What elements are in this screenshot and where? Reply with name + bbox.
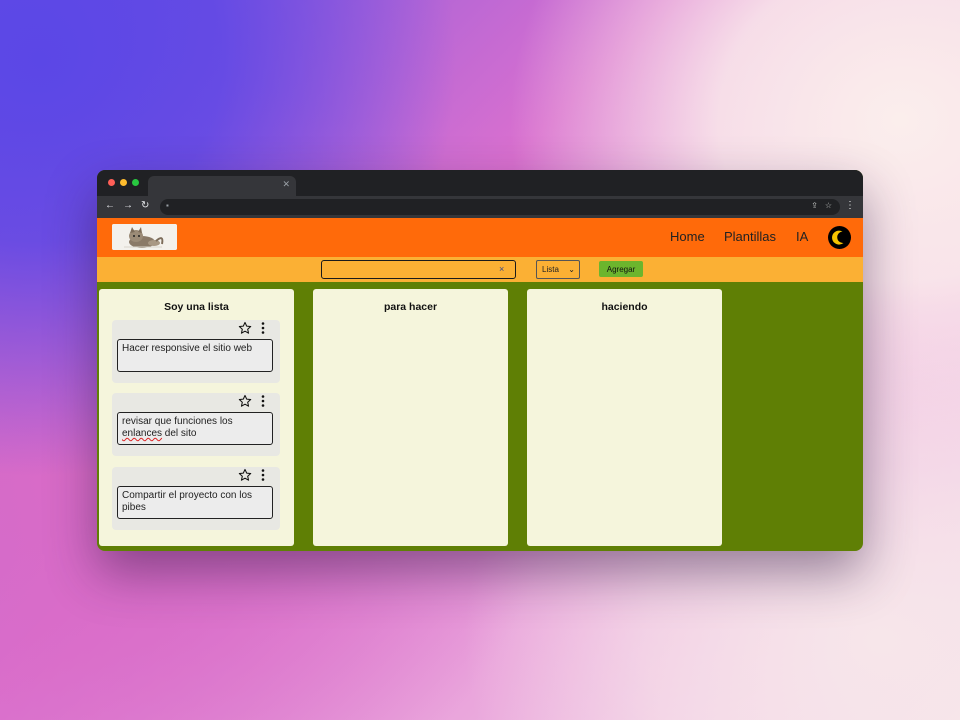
nav-home[interactable]: Home	[670, 229, 705, 244]
list-column: Soy una lista Hacer responsive el sitio …	[99, 289, 294, 546]
close-tab-icon[interactable]: ✕	[282, 179, 290, 190]
list-card[interactable]: revisar que funciones los enlances del s…	[112, 393, 280, 456]
kitten-logo-image	[112, 224, 177, 250]
more-options-icon[interactable]	[260, 395, 266, 407]
list-column: para hacer	[313, 289, 508, 546]
browser-tab[interactable]: ✕	[148, 176, 296, 196]
more-options-icon[interactable]	[260, 322, 266, 334]
list-card[interactable]: Hacer responsive el sitio web	[112, 320, 280, 383]
back-arrow-icon[interactable]: ←	[105, 200, 115, 212]
misspelled-word: enlances	[122, 428, 163, 439]
minimize-window-button[interactable]	[120, 179, 127, 186]
chevron-down-icon: ⌄	[568, 265, 575, 274]
card-text-part: revisar que funciones los	[122, 416, 233, 427]
column-title[interactable]: haciendo	[527, 301, 722, 313]
app-header: Home Plantillas IA	[97, 218, 863, 257]
bookmark-star-icon[interactable]: ☆	[825, 201, 832, 210]
more-options-icon[interactable]	[260, 469, 266, 481]
browser-window: ✕ ← → ↻ ▪ ⇪ ☆ ⋮ Home Plantillas IA × Lis…	[97, 170, 863, 551]
browser-menu-icon[interactable]: ⋮	[845, 200, 855, 212]
star-icon[interactable]	[238, 321, 252, 335]
close-window-button[interactable]	[108, 179, 115, 186]
browser-tab-bar: ✕	[97, 170, 863, 196]
list-column: haciendo	[527, 289, 722, 546]
lock-icon: ▪	[166, 201, 169, 210]
window-controls	[108, 179, 139, 186]
star-icon[interactable]	[238, 394, 252, 408]
browser-toolbar: ← → ↻ ▪ ⇪ ☆ ⋮	[97, 196, 863, 218]
list-card[interactable]: Compartir el proyecto con los pibes	[112, 467, 280, 530]
clear-search-icon[interactable]: ×	[499, 264, 504, 274]
nav-plantillas[interactable]: Plantillas	[724, 229, 776, 244]
search-input[interactable]	[321, 260, 516, 279]
list-select[interactable]: Lista ⌄	[536, 260, 580, 279]
search-toolbar: × Lista ⌄ Agregar	[97, 257, 863, 282]
reload-icon[interactable]: ↻	[141, 200, 149, 212]
list-select-value: Lista	[542, 265, 559, 274]
card-text-field[interactable]: Compartir el proyecto con los pibes	[117, 486, 273, 519]
column-title[interactable]: Soy una lista	[99, 301, 294, 313]
card-text-part: del sito	[162, 428, 197, 439]
column-title[interactable]: para hacer	[313, 301, 508, 313]
moon-icon	[832, 230, 844, 245]
add-button[interactable]: Agregar	[599, 261, 643, 277]
nav-ia[interactable]: IA	[796, 229, 808, 244]
address-bar[interactable]: ▪ ⇪ ☆	[160, 199, 840, 215]
theme-toggle-button[interactable]	[828, 226, 851, 249]
card-text-field[interactable]: Hacer responsive el sitio web	[117, 339, 273, 372]
star-icon[interactable]	[238, 468, 252, 482]
card-text-field[interactable]: revisar que funciones los enlances del s…	[117, 412, 273, 445]
logo[interactable]	[112, 224, 177, 250]
share-icon[interactable]: ⇪	[811, 201, 818, 210]
maximize-window-button[interactable]	[132, 179, 139, 186]
forward-arrow-icon[interactable]: →	[123, 200, 133, 212]
